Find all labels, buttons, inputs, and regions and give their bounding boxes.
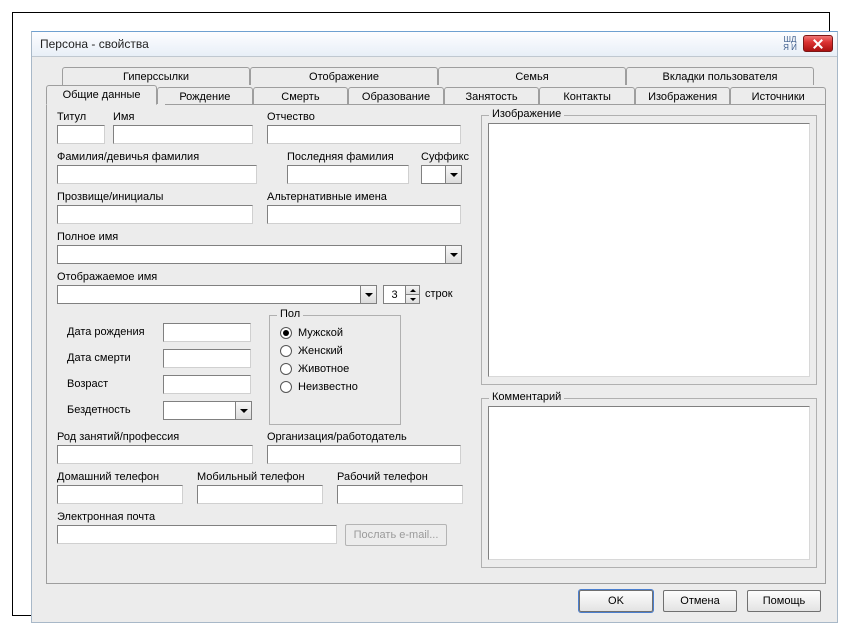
chevron-down-icon[interactable] (445, 165, 462, 184)
input-email[interactable] (57, 525, 337, 544)
label-age: Возраст (67, 378, 108, 390)
tab-panel: Титул Имя Отчество Фамилия/девичья фамил… (46, 104, 826, 584)
close-icon (813, 39, 823, 49)
label-email: Электронная почта (57, 511, 155, 523)
label-name: Имя (113, 111, 134, 123)
label-mobile-phone: Мобильный телефон (197, 471, 305, 483)
help-button[interactable]: Помощь (747, 590, 821, 612)
label-nickname: Прозвище/инициалы (57, 191, 163, 203)
tab-sources[interactable]: Источники (730, 87, 826, 105)
input-organization[interactable] (267, 445, 461, 464)
input-title[interactable] (57, 125, 105, 144)
screenshot-frame: Персона - свойства ШДЯ И Гиперссылки Ото… (12, 12, 830, 616)
tab-education[interactable]: Образование (348, 87, 444, 105)
input-name[interactable] (113, 125, 253, 144)
tab-general-data[interactable]: Общие данные (46, 85, 157, 105)
chevron-down-icon[interactable] (235, 401, 252, 420)
group-comment: Комментарий (481, 398, 817, 568)
label-home-phone: Домашний телефон (57, 471, 159, 483)
comment-textarea[interactable] (488, 406, 810, 560)
label-full-name: Полное имя (57, 231, 118, 243)
chevron-down-icon[interactable] (360, 285, 377, 304)
input-last-surname[interactable] (287, 165, 409, 184)
tab-row-secondary: Гиперссылки Отображение Семья Вкладки по… (62, 67, 814, 85)
send-email-button: Послать e-mail... (345, 524, 447, 546)
titlebar[interactable]: Персона - свойства ШДЯ И (32, 32, 837, 57)
input-occupation[interactable] (57, 445, 253, 464)
image-preview[interactable] (488, 123, 810, 377)
label-last-surname: Последняя фамилия (287, 151, 394, 163)
label-patronymic: Отчество (267, 111, 315, 123)
input-work-phone[interactable] (337, 485, 463, 504)
combo-display-name[interactable] (57, 285, 377, 304)
tab-birth[interactable]: Рождение (157, 87, 253, 105)
close-button[interactable] (803, 35, 833, 52)
combo-full-name[interactable] (57, 245, 462, 264)
input-nickname[interactable] (57, 205, 253, 224)
tab-hyperlinks[interactable]: Гиперссылки (62, 67, 250, 85)
input-alt-names[interactable] (267, 205, 461, 224)
tab-display[interactable]: Отображение (250, 67, 438, 85)
tab-row-primary: Общие данные Рождение Смерть Образование… (46, 85, 826, 105)
radio-animal[interactable]: Животное (280, 363, 400, 375)
label-title: Титул (57, 111, 86, 123)
tab-family[interactable]: Семья (438, 67, 626, 85)
radio-female[interactable]: Женский (280, 345, 400, 357)
label-image: Изображение (489, 108, 564, 120)
label-suffix: Суффикс (421, 151, 469, 163)
label-work-phone: Рабочий телефон (337, 471, 428, 483)
radio-unknown[interactable]: Неизвестно (280, 381, 400, 393)
tab-death[interactable]: Смерть (253, 87, 349, 105)
spinner-up[interactable] (405, 285, 420, 294)
group-gender: Пол Мужской Женский Животное Неизвестно (269, 315, 401, 425)
group-image: Изображение (481, 115, 817, 385)
spinner-down[interactable] (405, 294, 420, 304)
chevron-down-icon[interactable] (445, 245, 462, 264)
input-dod[interactable] (163, 349, 251, 368)
label-dob: Дата рождения (67, 326, 145, 338)
combo-suffix[interactable] (421, 165, 462, 184)
label-occupation: Род занятий/профессия (57, 431, 179, 443)
tab-images[interactable]: Изображения (635, 87, 731, 105)
ok-button[interactable]: OK (579, 590, 653, 612)
input-lines[interactable] (383, 285, 405, 304)
input-dob[interactable] (163, 323, 251, 342)
tab-employment[interactable]: Занятость (444, 87, 540, 105)
input-home-phone[interactable] (57, 485, 183, 504)
label-organization: Организация/работодатель (267, 431, 407, 443)
combo-childless[interactable] (163, 401, 252, 420)
window-title: Персона - свойства (40, 37, 149, 51)
cancel-button[interactable]: Отмена (663, 590, 737, 612)
label-lines: строк (425, 288, 453, 300)
input-patronymic[interactable] (267, 125, 461, 144)
dialog-window: Персона - свойства ШДЯ И Гиперссылки Ото… (31, 31, 838, 623)
input-mobile-phone[interactable] (197, 485, 323, 504)
label-comment: Комментарий (489, 391, 564, 403)
tab-contacts[interactable]: Контакты (539, 87, 635, 105)
label-alt-names: Альтернативные имена (267, 191, 387, 203)
label-childless: Бездетность (67, 404, 131, 416)
radio-male[interactable]: Мужской (280, 327, 400, 339)
spinner-lines[interactable] (383, 285, 420, 304)
label-dod: Дата смерти (67, 352, 131, 364)
input-age[interactable] (163, 375, 251, 394)
label-gender: Пол (277, 308, 303, 320)
input-surname[interactable] (57, 165, 257, 184)
label-display-name: Отображаемое имя (57, 271, 157, 283)
client-area: Гиперссылки Отображение Семья Вкладки по… (32, 57, 837, 622)
label-surname: Фамилия/девичья фамилия (57, 151, 199, 163)
tab-user-tabs[interactable]: Вкладки пользователя (626, 67, 814, 85)
titlebar-aux-icon[interactable]: ШДЯ И (781, 36, 799, 52)
